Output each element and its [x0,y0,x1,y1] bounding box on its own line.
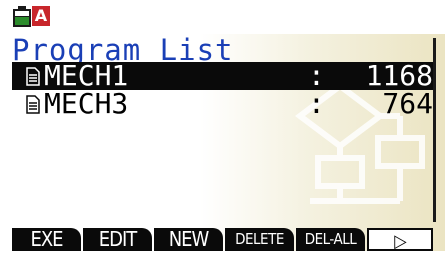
bottom-margin [0,251,445,257]
f1-exe-button[interactable]: EXE [12,228,81,251]
file-icon [26,67,40,86]
separator: : [308,87,325,120]
alpha-mode-indicator: A [32,6,50,26]
function-key-bar: EXE EDIT NEW DELETE DEL-ALL ▷ [12,228,433,251]
program-row-mech1[interactable]: MECH1 : 1168 [12,62,433,90]
f6-next-menu-button[interactable]: ▷ [367,228,433,251]
f3-new-button[interactable]: NEW [154,228,223,251]
file-icon [26,95,40,114]
battery-icon [13,6,31,27]
program-name: MECH1 [44,59,129,92]
program-size: 1168 [365,59,433,92]
f4-delete-button[interactable]: DELETE [225,228,294,251]
program-size: 764 [382,87,433,120]
program-name: MECH3 [44,87,129,120]
separator: : [308,59,325,92]
f5-delete-all-button[interactable]: DEL-ALL [296,228,365,251]
f2-edit-button[interactable]: EDIT [83,228,152,251]
calculator-screen: A Program List MECH1 : 1168 MECH3: 764 … [0,0,445,257]
program-row-mech3[interactable]: MECH3 : 764 [12,90,433,118]
scrollbar[interactable] [433,38,436,222]
status-bar: A [0,0,445,34]
